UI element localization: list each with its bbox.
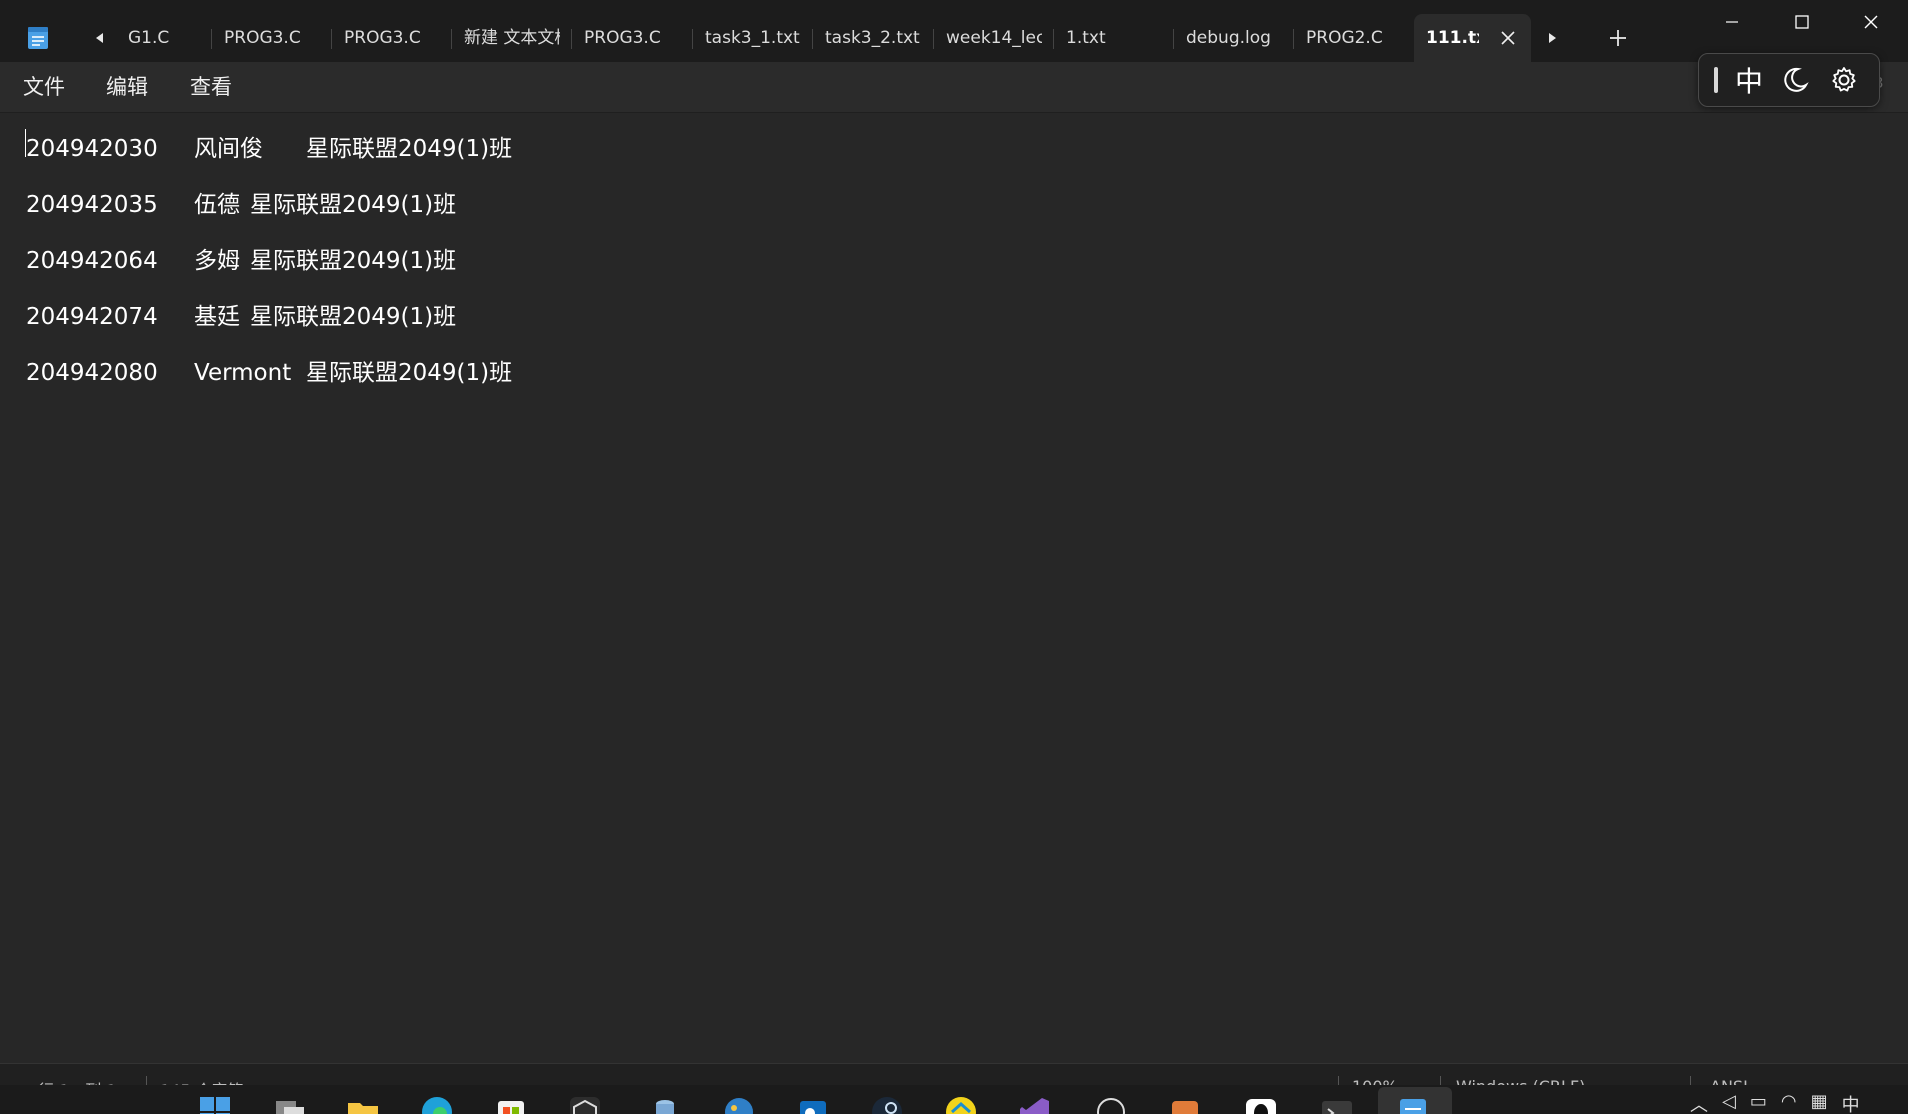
- tab-task3-2[interactable]: task3_2.txt: [813, 14, 934, 62]
- tab-scroll-left-button[interactable]: [82, 20, 118, 56]
- steam-icon[interactable]: [870, 1095, 904, 1114]
- text-line: 204942030 风间俊 星际联盟2049(1)班: [26, 132, 512, 166]
- tab-prog3c-3[interactable]: PROG3.C: [572, 14, 693, 62]
- tab-label: 111.txt: [1426, 28, 1479, 48]
- menu-bar: 文件 编辑 查看: [0, 62, 1908, 113]
- tab-debug-log[interactable]: debug.log: [1174, 14, 1294, 62]
- microsoft-store-icon[interactable]: [494, 1095, 528, 1114]
- student-name: Vermont: [194, 360, 292, 386]
- minimize-button[interactable]: [1697, 0, 1767, 44]
- student-id: 204942035: [26, 192, 158, 218]
- tab-new-text-document[interactable]: 新建 文本文档: [452, 14, 572, 62]
- student-name: 基廷: [194, 304, 240, 330]
- paint-app-icon[interactable]: [722, 1095, 756, 1114]
- text-line: 204942035 伍德 星际联盟2049(1)班: [26, 188, 456, 222]
- menu-view[interactable]: 查看: [190, 74, 232, 100]
- ime-night-mode-button[interactable]: [1775, 54, 1815, 106]
- tab-label: 新建 文本文档: [464, 28, 560, 48]
- tab-label: debug.log: [1186, 28, 1271, 48]
- student-name: 伍德: [194, 192, 240, 218]
- tab-label: G1.C: [128, 28, 170, 48]
- ime-mode-button[interactable]: 中: [1729, 54, 1769, 106]
- qq-icon[interactable]: [1244, 1095, 1278, 1114]
- student-class: 星际联盟2049(1)班: [306, 360, 513, 386]
- moon-icon: [1784, 67, 1809, 92]
- menu-edit[interactable]: 编辑: [106, 74, 148, 100]
- ime-toolbar: 中: [1698, 53, 1880, 107]
- battery-icon[interactable]: ▭: [1750, 1091, 1767, 1114]
- chevron-up-icon[interactable]: ︿: [1690, 1091, 1708, 1114]
- start-windows-icon[interactable]: [198, 1095, 232, 1114]
- task-view-icon[interactable]: [272, 1095, 306, 1114]
- caret-left-icon: [96, 33, 103, 43]
- student-class: 星际联盟2049(1)班: [250, 248, 457, 274]
- close-tab-icon[interactable]: [1499, 29, 1517, 47]
- text-line: 204942080 Vermont 星际联盟2049(1)班: [26, 356, 512, 390]
- tab-prog2c[interactable]: PROG2.C: [1294, 14, 1414, 62]
- taskbar: ︿ ◁ ▭ ◠ ▦ 中: [0, 1085, 1908, 1114]
- close-window-button[interactable]: [1836, 0, 1906, 44]
- menu-file[interactable]: 文件: [23, 74, 65, 100]
- tab-label: task3_1.txt: [705, 28, 800, 48]
- file-explorer-icon[interactable]: [346, 1095, 380, 1114]
- student-id: 204942074: [26, 304, 158, 330]
- text-line: 204942074 基廷 星际联盟2049(1)班: [26, 300, 456, 334]
- ime-settings-button[interactable]: [1821, 54, 1867, 106]
- tab-label: PROG3.C: [224, 28, 301, 48]
- caret-right-icon: [1549, 33, 1556, 43]
- student-id: 204942064: [26, 248, 158, 274]
- student-id: 204942080: [26, 360, 158, 386]
- system-tray: ︿ ◁ ▭ ◠ ▦ 中: [1690, 1091, 1860, 1114]
- student-id: 204942030: [26, 136, 158, 162]
- app-yellow-icon[interactable]: [944, 1095, 978, 1114]
- tab-strip: G1.C PROG3.C PROG3.C 新建 文本文档 PROG3.C tas…: [116, 14, 1531, 62]
- notepad-app-icon[interactable]: [25, 25, 51, 51]
- tab-prog3c-1[interactable]: PROG3.C: [212, 14, 332, 62]
- ime-handle[interactable]: [1709, 54, 1723, 106]
- cat-app-icon[interactable]: [1168, 1095, 1202, 1114]
- keyboard-icon[interactable]: ▦: [1811, 1091, 1828, 1114]
- title-bar: G1.C PROG3.C PROG3.C 新建 文本文档 PROG3.C tas…: [0, 0, 1908, 62]
- status-bar: 行 1，列 1 145 个字符 100% Windows (CRLF) ANSI: [0, 1063, 1908, 1100]
- close-icon: [1864, 15, 1878, 29]
- text-line: 204942064 多姆 星际联盟2049(1)班: [26, 244, 456, 278]
- tab-scroll-right-button[interactable]: [1534, 20, 1570, 56]
- terminal-icon[interactable]: [1320, 1095, 1354, 1114]
- text-editor[interactable]: 204942030 风间俊 星际联盟2049(1)班 204942035 伍德 …: [0, 113, 1908, 1063]
- ime-indicator[interactable]: 中: [1842, 1091, 1860, 1114]
- student-name: 多姆: [194, 248, 240, 274]
- tab-g1c[interactable]: G1.C: [116, 14, 212, 62]
- student-class: 星际联盟2049(1)班: [250, 192, 457, 218]
- tab-label: PROG2.C: [1306, 28, 1383, 48]
- notepad-taskbar-icon[interactable]: [1396, 1095, 1430, 1114]
- tab-label: week14_lecture: [946, 28, 1042, 48]
- tab-label: PROG3.C: [344, 28, 421, 48]
- tab-label: PROG3.C: [584, 28, 661, 48]
- speaker-icon[interactable]: ◁: [1722, 1091, 1736, 1114]
- tab-label: 1.txt: [1066, 28, 1106, 48]
- maximize-button[interactable]: [1767, 0, 1837, 44]
- edge-browser-icon[interactable]: [420, 1095, 454, 1114]
- tab-prog3c-2[interactable]: PROG3.C: [332, 14, 452, 62]
- visual-studio-icon[interactable]: [1018, 1095, 1052, 1114]
- database-app-icon[interactable]: [648, 1095, 682, 1114]
- openai-chat-icon[interactable]: [1094, 1095, 1128, 1114]
- new-tab-plus-icon[interactable]: [1601, 21, 1635, 55]
- wifi-icon[interactable]: ◠: [1781, 1091, 1797, 1114]
- ime-mode-label: 中: [1734, 65, 1763, 98]
- tab-week14-lecture[interactable]: week14_lecture: [934, 14, 1054, 62]
- unity-hub-icon[interactable]: [568, 1095, 602, 1114]
- minimize-icon: [1726, 21, 1738, 23]
- student-name: 风间俊: [194, 136, 263, 162]
- tab-task3-1[interactable]: task3_1.txt: [693, 14, 813, 62]
- tab-label: task3_2.txt: [825, 28, 920, 48]
- tab-111txt[interactable]: 111.txt: [1414, 14, 1531, 62]
- student-class: 星际联盟2049(1)班: [250, 304, 457, 330]
- gear-icon: [1832, 67, 1856, 92]
- student-class: 星际联盟2049(1)班: [306, 136, 513, 162]
- tab-1txt[interactable]: 1.txt: [1054, 14, 1174, 62]
- outlook-icon[interactable]: [796, 1095, 830, 1114]
- maximize-icon: [1795, 15, 1809, 29]
- drag-handle-icon: [1714, 67, 1718, 93]
